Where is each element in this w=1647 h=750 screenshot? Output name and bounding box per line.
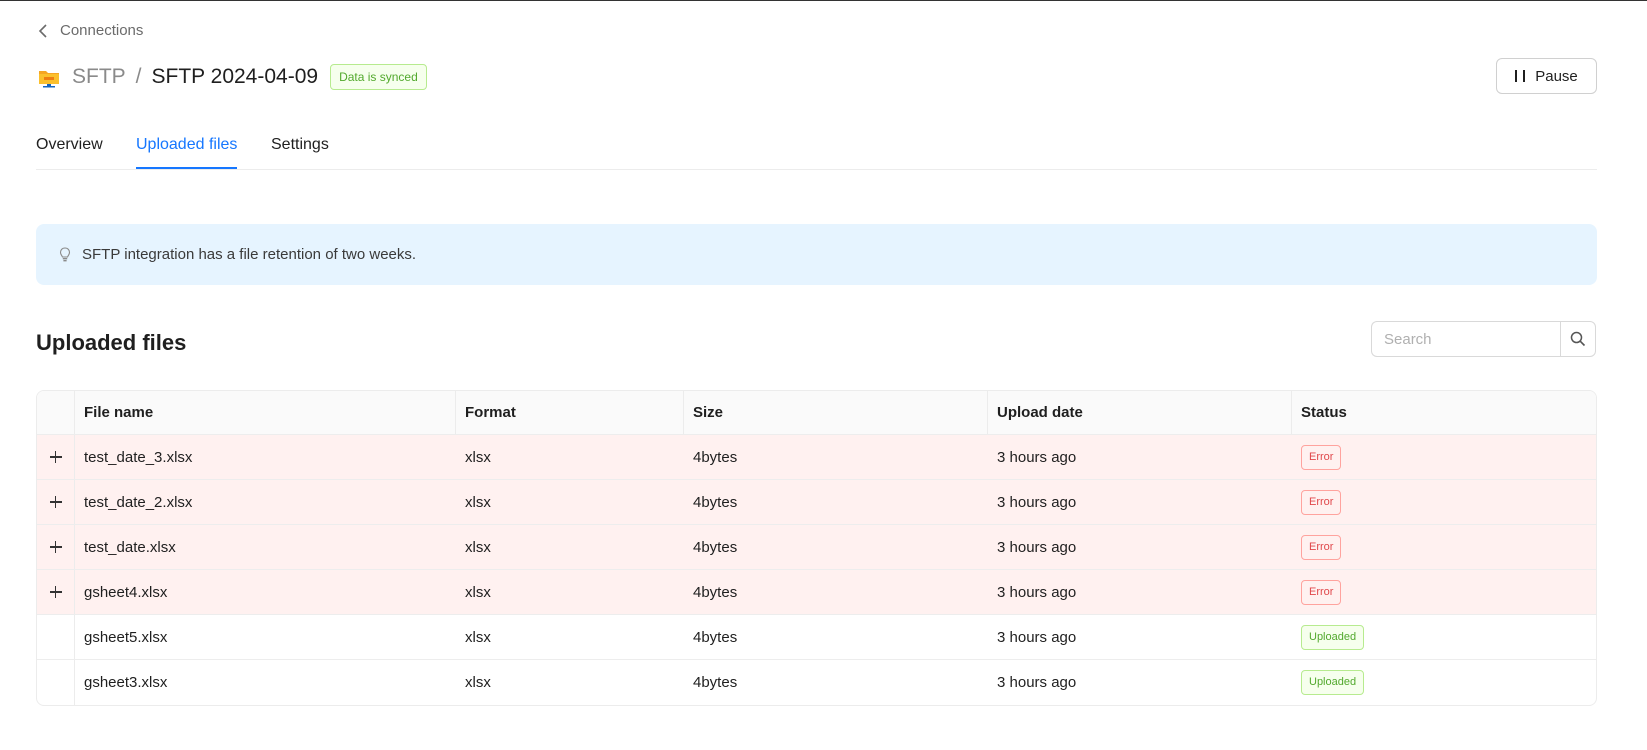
column-header-size: Size (684, 391, 988, 434)
file-name-cell: test_date_2.xlsx (84, 493, 193, 511)
table-row[interactable]: gsheet4.xlsx xlsx 4bytes 3 hours ago Error (37, 570, 1596, 615)
page-title: SFTP 2024-04-09 (151, 65, 319, 88)
format-cell: xlsx (465, 538, 491, 556)
tab-bar: Overview Uploaded files Settings (36, 124, 1597, 170)
retention-notice: SFTP integration has a file retention of… (36, 224, 1597, 285)
row-expand-cell (37, 480, 75, 524)
file-name-cell: test_date_3.xlsx (84, 448, 193, 466)
window-top-border (0, 0, 1647, 1)
table-row[interactable]: test_date_2.xlsx xlsx 4bytes 3 hours ago Err… (37, 480, 1596, 525)
status-cell: Error (1292, 435, 1596, 479)
size-cell: 4bytes (693, 628, 738, 646)
status-cell: Error (1292, 525, 1596, 569)
format-cell: xlsx (465, 628, 491, 646)
back-link-label: Connections (60, 22, 144, 39)
table-row[interactable]: gsheet5.xlsx xlsx 4bytes 3 hours ago Uploade… (37, 615, 1596, 660)
status-badge: Error (1301, 444, 1342, 470)
upload-date-cell: 3 hours ago (997, 628, 1077, 646)
file-name-cell: gsheet4.xlsx (84, 583, 168, 601)
table-row[interactable]: gsheet3.xlsx xlsx 4bytes 3 hours ago Uploade… (37, 660, 1596, 705)
column-header-format: Format (456, 391, 684, 434)
pause-button[interactable]: Pause (1496, 58, 1597, 94)
table-row[interactable]: test_date_3.xlsx xlsx 4bytes 3 hours ago Err… (37, 435, 1596, 480)
active-tab-indicator (136, 167, 237, 169)
breadcrumb-sftp[interactable]: SFTP (72, 65, 126, 89)
size-cell: 4bytes (693, 493, 738, 511)
file-name-cell: gsheet3.xlsx (84, 674, 168, 691)
status-badge: Error (1301, 579, 1342, 605)
expand-plus-icon[interactable] (49, 496, 62, 508)
search-button[interactable] (1560, 321, 1596, 357)
format-cell: xlsx (465, 583, 491, 601)
upload-date-cell: 3 hours ago (997, 493, 1077, 511)
row-expand-cell (37, 660, 75, 705)
status-cell: Error (1292, 480, 1596, 524)
expand-column-header (37, 391, 75, 434)
size-cell: 4bytes (693, 583, 738, 601)
size-cell: 4bytes (693, 448, 738, 466)
table-row[interactable]: test_date.xlsx xlsx 4bytes 3 hours ago Error (37, 525, 1596, 570)
tab-uploaded-files[interactable]: Uploaded files (136, 136, 237, 166)
status-badge: Error (1301, 489, 1342, 515)
sync-status-badge: Data is synced (330, 64, 427, 90)
row-expand-cell (37, 615, 75, 659)
status-badge: Uploaded (1301, 670, 1365, 695)
pause-icon (1515, 70, 1526, 82)
search-icon (1570, 331, 1586, 347)
tab-overview[interactable]: Overview (36, 136, 103, 166)
expand-plus-icon[interactable] (49, 451, 62, 463)
back-link[interactable]: Connections (36, 22, 143, 39)
column-header-file-name: File name (75, 391, 456, 434)
row-expand-cell (37, 525, 75, 569)
section-title: Uploaded files (36, 330, 187, 355)
status-cell: Uploaded (1292, 660, 1596, 705)
size-cell: 4bytes (693, 674, 738, 691)
file-name-cell: test_date.xlsx (84, 538, 176, 556)
bulb-icon (59, 246, 71, 261)
expand-plus-icon[interactable] (49, 541, 62, 553)
retention-notice-text: SFTP integration has a file retention of… (82, 246, 417, 263)
column-header-status: Status (1301, 404, 1347, 421)
size-cell: 4bytes (693, 538, 738, 556)
chevron-left-icon (38, 23, 47, 38)
tab-settings[interactable]: Settings (271, 136, 329, 166)
status-badge: Uploaded (1301, 624, 1365, 650)
status-cell: Uploaded (1292, 615, 1596, 659)
breadcrumb-separator: / (135, 65, 142, 88)
column-header-upload-date: Upload date (988, 391, 1292, 434)
format-cell: xlsx (465, 448, 491, 466)
upload-date-cell: 3 hours ago (997, 448, 1077, 466)
status-cell: Error (1292, 570, 1596, 614)
table-header: File name Format Size Upload date Status (37, 391, 1596, 435)
sftp-folder-icon (39, 71, 59, 88)
upload-date-cell: 3 hours ago (997, 538, 1077, 556)
search-bar (1371, 321, 1596, 357)
row-expand-cell (37, 435, 75, 479)
pause-button-label: Pause (1535, 67, 1578, 85)
search-input[interactable] (1371, 321, 1560, 357)
status-badge: Error (1301, 534, 1342, 560)
file-name-cell: gsheet5.xlsx (84, 628, 168, 646)
expand-plus-icon[interactable] (49, 586, 62, 598)
upload-date-cell: 3 hours ago (997, 583, 1077, 601)
format-cell: xlsx (465, 493, 491, 511)
format-cell: xlsx (465, 674, 491, 691)
row-expand-cell (37, 570, 75, 614)
upload-date-cell: 3 hours ago (997, 674, 1077, 691)
page-header: SFTP / SFTP 2024-04-09 Data is synced (38, 60, 427, 94)
uploaded-files-table: File name Format Size Upload date Status… (36, 390, 1597, 706)
